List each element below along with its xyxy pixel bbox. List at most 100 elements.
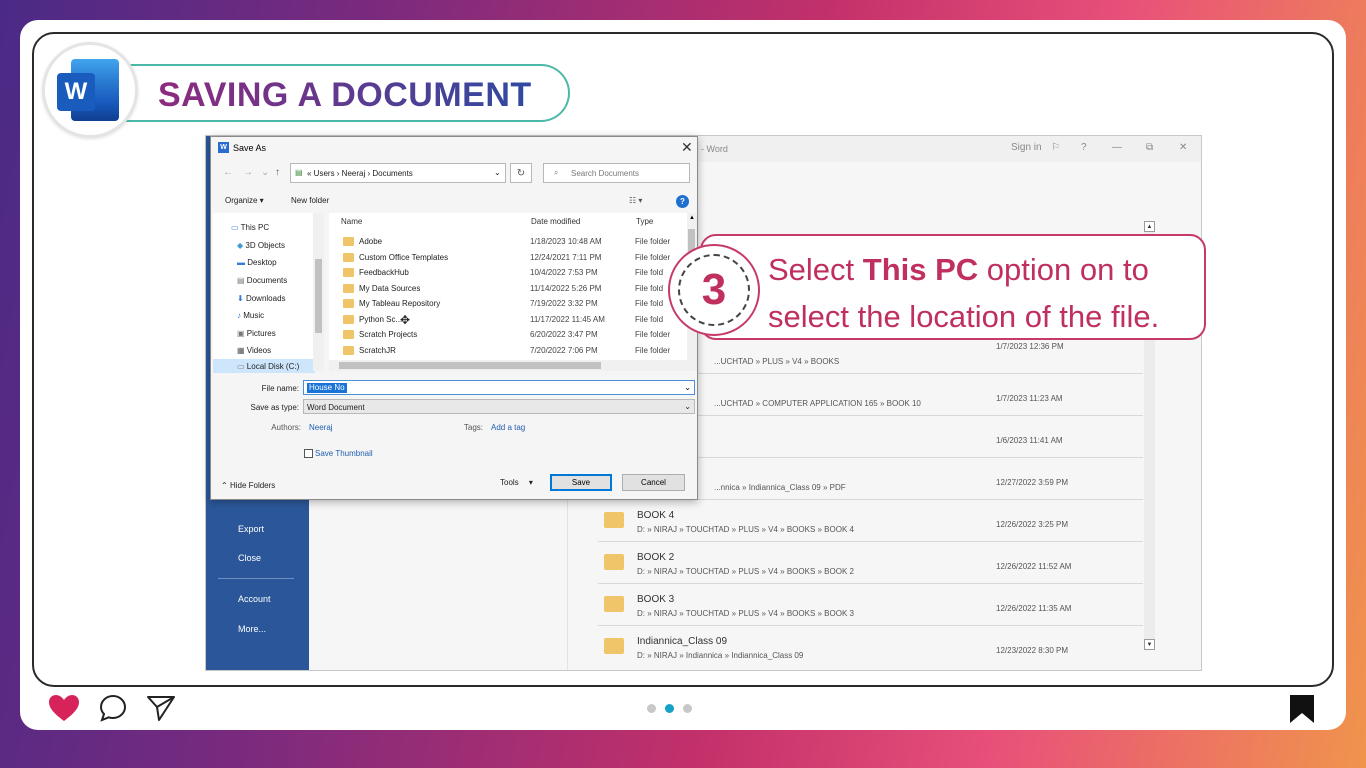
refresh-icon[interactable]: ↻ xyxy=(510,163,532,183)
help-icon[interactable]: ? xyxy=(1081,142,1087,153)
chevron-down-icon[interactable]: ⌄ xyxy=(684,402,691,411)
column-type[interactable]: Type xyxy=(636,217,653,226)
chevron-down-icon[interactable]: ⌄ xyxy=(684,383,691,392)
save-type-select[interactable]: Word Document ⌄ xyxy=(303,399,695,414)
tree-item-videos[interactable]: ▦ Videos xyxy=(237,346,271,355)
save-thumbnail-label[interactable]: Save Thumbnail xyxy=(315,449,373,458)
save-type-label: Save as type: xyxy=(250,403,299,412)
recent-row[interactable]: BOOK 3 D: » NIRAJ » TOUCHTAD » PLUS » V4… xyxy=(598,584,1143,626)
back-arrow-icon[interactable]: ← xyxy=(223,167,233,178)
file-name: Custom Office Templates xyxy=(359,253,449,262)
forward-arrow-icon[interactable]: → xyxy=(243,167,253,178)
tools-button[interactable]: Tools ▾ xyxy=(500,478,533,487)
scroll-up-icon[interactable]: ▲ xyxy=(1144,221,1155,232)
tree-label: Documents xyxy=(246,276,288,285)
carousel-dot-active[interactable] xyxy=(665,704,674,713)
file-name-value: House No xyxy=(307,383,347,393)
tree-item-music[interactable]: ♪ Music xyxy=(237,311,264,320)
bookmark-icon[interactable] xyxy=(1289,694,1315,724)
up-arrow-icon[interactable]: ↑ xyxy=(275,167,280,178)
tree-scroll-thumb[interactable] xyxy=(315,259,322,333)
recent-row[interactable]: BOOK 4 D: » NIRAJ » TOUCHTAD » PLUS » V4… xyxy=(598,500,1143,542)
word-icon: W xyxy=(218,142,229,153)
restore-icon[interactable]: ⧉ xyxy=(1146,142,1153,153)
file-date: 11/17/2022 11:45 AM xyxy=(530,315,605,324)
add-tag-link[interactable]: Add a tag xyxy=(491,423,525,432)
tree-label: 3D Objects xyxy=(245,241,285,250)
tree-item-downloads[interactable]: ⬇ Downloads xyxy=(237,294,286,303)
file-name: My Tableau Repository xyxy=(359,299,441,308)
organize-button[interactable]: Organize ▾ xyxy=(225,196,264,205)
file-name: Scratch Projects xyxy=(359,330,418,339)
tree-label: Desktop xyxy=(247,258,277,267)
title-banner: SAVING A DOCUMENT xyxy=(118,64,570,122)
file-date: 7/19/2022 3:32 PM xyxy=(530,299,598,308)
file-row[interactable]: ScratchJR 7/20/2022 7:06 PM File folder xyxy=(335,344,685,359)
recent-path: ...UCHTAD » COMPUTER APPLICATION 165 » B… xyxy=(714,399,921,408)
cancel-button[interactable]: Cancel xyxy=(622,474,685,491)
recent-dropdown-icon[interactable]: ⌄ xyxy=(261,167,269,178)
column-date[interactable]: Date modified xyxy=(531,217,580,226)
save-button[interactable]: Save xyxy=(550,474,612,491)
folder-icon xyxy=(343,315,354,324)
tree-item-desktop[interactable]: ▬ Desktop xyxy=(237,258,277,267)
file-row[interactable]: Custom Office Templates 12/24/2021 7:11 P… xyxy=(335,251,685,266)
help-icon[interactable]: ? xyxy=(676,195,689,208)
carousel-dot[interactable] xyxy=(683,704,692,713)
recent-date: 12/26/2022 11:35 AM xyxy=(996,604,1072,613)
scroll-up-icon[interactable]: ▲ xyxy=(689,215,695,221)
tree-item-local-disk[interactable]: ▭ Local Disk (C:) xyxy=(237,362,299,371)
column-name[interactable]: Name xyxy=(341,217,362,226)
view-options-icon[interactable]: ☷ ▾ xyxy=(629,196,642,205)
file-name: My Data Sources xyxy=(359,284,421,293)
file-type: File folder xyxy=(635,253,671,262)
sidebar-item-more[interactable]: More... xyxy=(238,624,266,634)
tree-item-this-pc[interactable]: ▭ This PC xyxy=(231,223,269,232)
recent-row[interactable]: Indiannica_Class 09 D: » NIRAJ » Indiann… xyxy=(598,626,1143,668)
desktop-icon: ▬ xyxy=(237,258,245,267)
file-name-input[interactable]: House No ⌄ xyxy=(303,380,695,395)
recent-path: ...UCHTAD » PLUS » V4 » BOOKS xyxy=(714,357,840,366)
comment-icon[interactable] xyxy=(99,694,127,722)
step-number: 3 xyxy=(678,254,750,326)
tree-item-pictures[interactable]: ▣ Pictures xyxy=(237,329,276,338)
tools-label: Tools xyxy=(500,478,519,487)
send-icon[interactable] xyxy=(146,694,176,722)
scroll-down-icon[interactable]: ▼ xyxy=(1144,639,1155,650)
heart-icon[interactable] xyxy=(48,694,80,722)
tree-item-3d-objects[interactable]: ◆ 3D Objects xyxy=(237,241,285,250)
carousel-dot[interactable] xyxy=(647,704,656,713)
sign-in-link[interactable]: Sign in xyxy=(1011,142,1042,153)
recent-date: 12/26/2022 11:52 AM xyxy=(996,562,1072,571)
file-row[interactable]: Scratch Projects 6/20/2022 3:47 PM File fo… xyxy=(335,328,685,343)
file-row[interactable]: FeedbackHub 10/4/2022 7:53 PM File fold xyxy=(335,266,685,281)
search-input[interactable]: ⌕ Search Documents xyxy=(543,163,690,183)
file-row[interactable]: Adobe 1/18/2023 10:48 AM File folder xyxy=(335,235,685,250)
address-bar[interactable]: ▤ « Users › Neeraj › Documents ⌄ xyxy=(290,163,506,183)
tree-scrollbar[interactable] xyxy=(313,213,324,371)
authors-value[interactable]: Neeraj xyxy=(309,423,333,432)
save-as-dialog: W Save As ✕ ← → ⌄ ↑ ▤ « Users › Neeraj ›… xyxy=(210,136,698,500)
share-icon[interactable]: ⚐ xyxy=(1051,142,1060,153)
file-name: ScratchJR xyxy=(359,346,396,355)
sidebar-item-account[interactable]: Account xyxy=(238,594,271,604)
tree-label: Local Disk (C:) xyxy=(246,362,300,371)
sidebar-item-close[interactable]: Close xyxy=(238,553,261,563)
file-row[interactable]: My Tableau Repository 7/19/2022 3:32 PM Fi… xyxy=(335,297,685,312)
file-row[interactable]: My Data Sources 11/14/2022 5:26 PM File fo… xyxy=(335,282,685,297)
dialog-close-icon[interactable]: ✕ xyxy=(681,139,693,156)
hide-folders-button[interactable]: ⌃ Hide Folders xyxy=(221,481,275,490)
recent-row[interactable]: BOOK 2 D: » NIRAJ » TOUCHTAD » PLUS » V4… xyxy=(598,542,1143,584)
minimize-icon[interactable]: — xyxy=(1112,142,1122,153)
folder-icon xyxy=(604,638,624,654)
save-thumbnail-checkbox[interactable] xyxy=(304,449,313,458)
chevron-down-icon[interactable]: ⌄ xyxy=(494,168,501,177)
file-list-hscrollbar[interactable] xyxy=(329,360,687,371)
callout-text-bold: This PC xyxy=(862,252,979,287)
file-row[interactable]: Python Sc... 11/17/2022 11:45 AM File fold xyxy=(335,313,685,328)
new-folder-button[interactable]: New folder xyxy=(291,196,329,205)
tree-item-documents[interactable]: ▤ Documents xyxy=(237,276,287,285)
close-icon[interactable]: ✕ xyxy=(1179,142,1187,153)
sidebar-item-export[interactable]: Export xyxy=(238,524,264,534)
hscroll-thumb[interactable] xyxy=(339,362,601,369)
